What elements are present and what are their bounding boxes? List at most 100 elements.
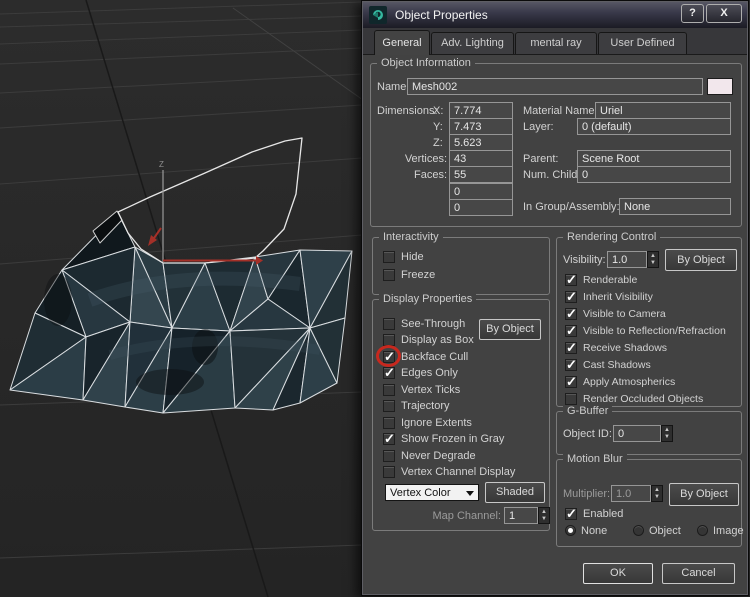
- apply-atmospherics-label: Apply Atmospherics: [583, 376, 676, 388]
- checkbox-hide[interactable]: [383, 251, 395, 263]
- inherit-visibility-label: Inherit Visibility: [583, 291, 653, 303]
- map-channel-spinner[interactable]: ▲ ▼: [538, 507, 550, 524]
- spin-up-icon[interactable]: ▲: [662, 426, 672, 433]
- dim-x-field[interactable]: 7.774: [449, 102, 513, 119]
- object-id-field[interactable]: 0: [613, 425, 661, 442]
- checkbox-enabled[interactable]: [565, 506, 577, 522]
- ok-button[interactable]: OK: [583, 563, 653, 584]
- object-information-group: Object Information Name: Mesh002 Dimensi…: [370, 57, 742, 227]
- object-properties-dialog: Object Properties ? X General Adv. Light…: [361, 0, 749, 596]
- display-by-object-button[interactable]: By Object: [479, 319, 541, 340]
- checkbox-trajectory[interactable]: [383, 400, 395, 412]
- checkbox-show-frozen-in-gray[interactable]: [383, 431, 395, 447]
- tab-mental-ray[interactable]: mental ray: [515, 32, 597, 54]
- spin-up-icon[interactable]: ▲: [539, 508, 549, 515]
- dialog-title: Object Properties: [395, 8, 488, 22]
- spin-down-icon[interactable]: ▼: [652, 493, 662, 500]
- rendering-control-legend: Rendering Control: [563, 231, 661, 243]
- extra-count-field-1: 0: [449, 183, 513, 200]
- radio-image[interactable]: [697, 525, 708, 536]
- checkbox-vertex-ticks[interactable]: [383, 384, 395, 396]
- tab-adv-lighting[interactable]: Adv. Lighting: [431, 32, 514, 54]
- edges-only-label: Edges Only: [401, 367, 458, 379]
- multiplier-field: 1.0: [611, 485, 651, 502]
- see-through-label: See-Through: [401, 318, 466, 330]
- spin-up-icon[interactable]: ▲: [652, 486, 662, 493]
- map-channel-field[interactable]: 1: [504, 507, 538, 524]
- ignore-extents-label: Ignore Extents: [401, 417, 472, 429]
- map-channel-label: Map Channel:: [432, 510, 502, 522]
- checkbox-never-degrade[interactable]: [383, 450, 395, 462]
- checkbox-receive-shadows[interactable]: [565, 340, 577, 356]
- object-id-label: Object ID:: [563, 428, 612, 440]
- checkbox-visible-to-reflection[interactable]: [565, 323, 577, 339]
- enabled-label: Enabled: [583, 508, 624, 520]
- checkbox-edges-only[interactable]: [383, 365, 395, 381]
- freeze-label: Freeze: [401, 269, 436, 281]
- close-button[interactable]: X: [706, 4, 742, 23]
- visibility-label: Visibility:: [563, 254, 606, 266]
- vertices-label: Vertices:: [404, 153, 447, 165]
- g-buffer-legend: G-Buffer: [563, 405, 613, 417]
- visibility-field[interactable]: 1.0: [607, 251, 647, 268]
- hide-label: Hide: [401, 251, 424, 263]
- never-degrade-label: Never Degrade: [401, 450, 476, 462]
- dimensions-label: Dimensions:: [377, 105, 438, 117]
- rendering-by-object-button[interactable]: By Object: [665, 249, 737, 271]
- extra-count-field-2: 0: [449, 199, 513, 216]
- object-id-spinner[interactable]: ▲ ▼: [661, 425, 673, 442]
- display-properties-legend: Display Properties: [379, 293, 477, 305]
- display-properties-group: Display Properties By Object See-Through…: [372, 293, 550, 531]
- dim-z-field[interactable]: 5.623: [449, 134, 513, 151]
- object-label: Object: [649, 525, 681, 537]
- multiplier-spinner[interactable]: ▲ ▼: [651, 485, 663, 502]
- cancel-button[interactable]: Cancel: [662, 563, 735, 584]
- vertex-channel-value: Vertex Color: [390, 487, 451, 499]
- spin-up-icon[interactable]: ▲: [648, 252, 658, 259]
- material-name-label: Material Name:: [523, 105, 598, 117]
- tab-general[interactable]: General: [374, 30, 430, 55]
- z-axis-label: Z: [159, 160, 164, 169]
- num-children-field: 0: [577, 166, 731, 183]
- dim-y-label: Y:: [433, 121, 443, 133]
- trajectory-label: Trajectory: [401, 400, 450, 412]
- parent-label: Parent:: [523, 153, 559, 165]
- g-buffer-group: G-Buffer Object ID: 0 ▲ ▼: [556, 405, 742, 455]
- tab-user-defined[interactable]: User Defined: [598, 32, 687, 54]
- checkbox-apply-atmospherics[interactable]: [565, 374, 577, 390]
- faces-label: Faces:: [413, 169, 447, 181]
- vertex-channel-display-label: Vertex Channel Display: [401, 466, 516, 478]
- motion-blur-by-object-button[interactable]: By Object: [669, 483, 739, 506]
- name-input[interactable]: Mesh002: [407, 78, 703, 95]
- checkbox-ignore-extents[interactable]: [383, 417, 395, 429]
- tab-strip: General Adv. Lighting mental ray User De…: [363, 28, 747, 55]
- in-group-field: None: [619, 198, 731, 215]
- visibility-spinner[interactable]: ▲ ▼: [647, 251, 659, 268]
- multiplier-label: Multiplier:: [563, 488, 611, 500]
- vertex-ticks-label: Vertex Ticks: [401, 384, 461, 396]
- checkbox-vertex-channel-display[interactable]: [383, 466, 395, 478]
- checkbox-cast-shadows[interactable]: [565, 357, 577, 373]
- checkbox-freeze[interactable]: [383, 269, 395, 281]
- receive-shadows-label: Receive Shadows: [583, 342, 668, 354]
- vertex-channel-dropdown[interactable]: Vertex Color: [385, 484, 479, 501]
- radio-none[interactable]: [565, 525, 576, 536]
- faces-field: 55: [449, 166, 513, 183]
- checkbox-inherit-visibility[interactable]: [565, 289, 577, 305]
- checkbox-renderable[interactable]: [565, 272, 577, 288]
- shaded-button[interactable]: Shaded: [485, 482, 545, 503]
- checkbox-see-through[interactable]: [383, 318, 395, 330]
- spin-down-icon[interactable]: ▼: [539, 515, 549, 522]
- help-button[interactable]: ?: [681, 4, 704, 23]
- spin-down-icon[interactable]: ▼: [648, 259, 658, 266]
- checkbox-visible-to-camera[interactable]: [565, 306, 577, 322]
- screen: Z Object Properties ? X General Adv. Lig…: [0, 0, 750, 597]
- interactivity-group: Interactivity Hide Freeze: [372, 231, 550, 295]
- show-frozen-in-gray-label: Show Frozen in Gray: [401, 433, 505, 445]
- renderable-label: Renderable: [583, 274, 638, 286]
- dim-y-field[interactable]: 7.473: [449, 118, 513, 135]
- radio-object[interactable]: [633, 525, 644, 536]
- spin-down-icon[interactable]: ▼: [662, 433, 672, 440]
- checkbox-render-occluded-objects[interactable]: [565, 393, 577, 405]
- object-color-swatch[interactable]: [707, 78, 733, 95]
